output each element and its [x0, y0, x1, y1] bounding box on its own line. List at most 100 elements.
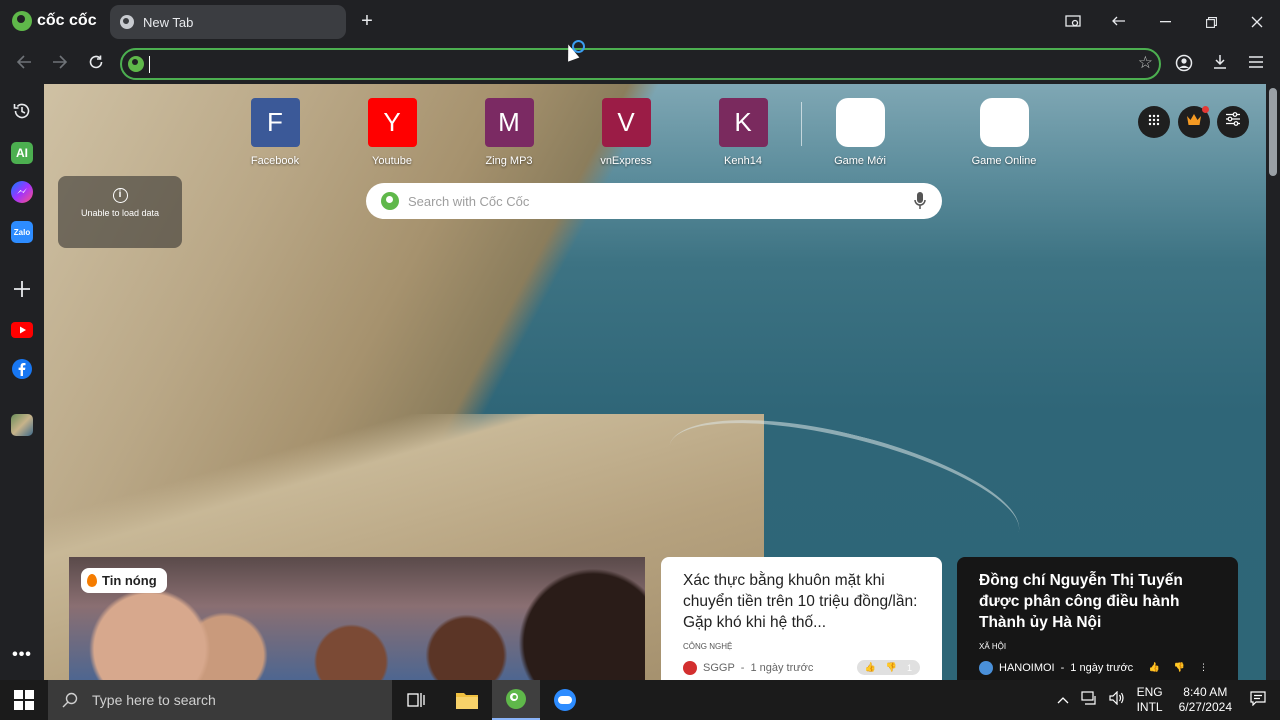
task-view-button[interactable]	[392, 680, 440, 720]
file-explorer-button[interactable]	[443, 680, 491, 720]
speed-dial-tile	[835, 98, 885, 147]
back-arrow-icon	[16, 55, 31, 69]
sidebar-app[interactable]	[11, 414, 33, 436]
speed-dial-tile: V	[601, 98, 651, 147]
zalo-icon: Zalo	[13, 227, 31, 237]
news-card-1[interactable]: Xác thực bằng khuôn mặt khi chuyển tiền …	[661, 557, 942, 680]
news-category: XÃ HỘI	[979, 642, 1007, 651]
more-icon: •••	[12, 646, 32, 663]
messenger-icon	[17, 188, 27, 194]
sggp-logo-icon	[683, 660, 697, 675]
page-scrollbar[interactable]	[1266, 84, 1280, 680]
speed-dial-label: Youtube	[372, 155, 412, 167]
speed-dial-zing-mp3[interactable]: M Zing MP3	[450, 98, 568, 167]
news-card-2[interactable]: Đồng chí Nguyễn Thị Tuyến được phân công…	[957, 557, 1238, 680]
back-window-button[interactable]	[1096, 0, 1142, 44]
close-icon	[1251, 16, 1263, 28]
speed-dial-game-moi[interactable]: Game Mới	[801, 98, 919, 167]
close-button[interactable]	[1234, 0, 1280, 44]
tab-new-tab[interactable]: New Tab	[110, 5, 346, 39]
menu-button[interactable]	[1245, 54, 1267, 76]
more-options-icon[interactable]: ⋮	[1199, 662, 1208, 673]
sidebar-facebook[interactable]	[11, 358, 33, 380]
sidebar-more[interactable]: •••	[11, 644, 33, 666]
new-tab-button[interactable]: +	[356, 10, 378, 32]
speed-dial-game-online[interactable]: Game Online	[945, 98, 1063, 167]
reload-button[interactable]	[84, 52, 108, 76]
zalo-taskbar-button[interactable]	[541, 680, 589, 720]
address-input[interactable]	[152, 54, 1112, 76]
hot-news-label: Tin nóng	[102, 573, 157, 588]
youtube-icon	[11, 322, 33, 338]
sidebar-youtube[interactable]	[11, 319, 33, 341]
news-source: HANOIMOI	[999, 661, 1055, 674]
toolbar: ☆	[0, 44, 1280, 84]
thumb-up-icon[interactable]: 👍	[1149, 662, 1160, 673]
bookmark-star-icon[interactable]: ☆	[1138, 53, 1153, 73]
taskbar-search[interactable]: Type here to search	[48, 680, 392, 720]
thumb-down-icon[interactable]: 👎	[886, 662, 897, 673]
microphone-icon[interactable]	[914, 191, 926, 211]
network-icon[interactable]	[1075, 691, 1103, 709]
coccoc-logo[interactable]: cốc cốc	[12, 11, 97, 31]
sidebar-messenger[interactable]	[11, 181, 33, 203]
news-source-row: SGGP - 1 ngày trước 👍 👎 1	[683, 660, 920, 675]
sidebar-add[interactable]	[11, 278, 33, 300]
clock-date: 6/27/2024	[1178, 700, 1232, 714]
site-info-icon[interactable]	[128, 56, 144, 72]
news-title: Xác thực bằng khuôn mặt khi chuyển tiền …	[683, 572, 918, 631]
premium-button[interactable]	[1178, 106, 1210, 138]
news-title: Đồng chí Nguyễn Thị Tuyến được phân công…	[979, 572, 1183, 631]
weather-widget[interactable]: i Unable to load data	[58, 176, 182, 248]
downloads-button[interactable]	[1209, 54, 1231, 76]
windows-start-icon[interactable]	[14, 690, 34, 710]
address-bar[interactable]: ☆	[120, 48, 1161, 80]
clock[interactable]: 8:40 AM 6/27/2024	[1169, 685, 1242, 715]
thumb-down-icon[interactable]: 👎	[1174, 662, 1185, 673]
search-input[interactable]	[408, 191, 888, 211]
speed-dial-tile: F	[250, 98, 300, 147]
back-button[interactable]	[12, 52, 36, 76]
speed-dial-tile: M	[484, 98, 534, 147]
speed-dial-tile: K	[718, 98, 768, 147]
speed-dial-label: Kenh14	[724, 155, 762, 167]
language-indicator[interactable]: ENG INTL	[1131, 685, 1169, 715]
profile-button[interactable]	[1173, 54, 1195, 76]
restore-button[interactable]	[1188, 0, 1234, 44]
speed-dial-facebook[interactable]: F Facebook	[216, 98, 334, 167]
new-tab-page: F Facebook Y Youtube M Zing MP3 V vnExpr…	[44, 84, 1266, 680]
news-reactions: 👍 👎 1	[856, 660, 920, 675]
speed-dial-youtube[interactable]: Y Youtube	[333, 98, 451, 167]
news-source: SGGP	[703, 661, 735, 674]
sidebar-history[interactable]	[11, 100, 33, 122]
news-source-row: HANOIMOI - 1 ngày trước 👍 👎 ⋮	[979, 660, 1216, 675]
search-icon	[62, 692, 78, 708]
speed-dial-tile: Y	[367, 98, 417, 147]
sidebar-zalo[interactable]: Zalo	[11, 221, 33, 243]
volume-icon[interactable]	[1103, 690, 1131, 709]
scrollbar-thumb[interactable]	[1269, 88, 1277, 176]
screenshot-button[interactable]	[1050, 0, 1096, 44]
restore-icon	[1205, 16, 1217, 28]
news-hot-card[interactable]: Tin nóng	[69, 557, 645, 680]
notification-dot	[1202, 106, 1209, 113]
speed-dial-vnexpress[interactable]: V vnExpress	[567, 98, 685, 167]
speed-dial-label: Game Online	[971, 155, 1037, 167]
customize-button[interactable]	[1217, 106, 1249, 138]
sidebar-ai-assistant[interactable]: AI	[11, 142, 33, 164]
search-box[interactable]	[366, 183, 942, 219]
thumb-up-icon[interactable]: 👍	[865, 662, 876, 673]
news-reactions: 👍 👎 ⋮	[1141, 660, 1216, 675]
notification-center-icon[interactable]	[1242, 690, 1280, 710]
language-top: ENG	[1136, 685, 1163, 699]
flame-icon	[87, 574, 97, 587]
coccoc-taskbar-button[interactable]	[492, 680, 540, 720]
hot-news-badge: Tin nóng	[81, 568, 167, 593]
minimize-button[interactable]	[1142, 0, 1188, 44]
hamburger-menu-icon	[1249, 56, 1263, 68]
forward-button[interactable]	[48, 52, 72, 76]
speed-dial-kenh14[interactable]: K Kenh14	[684, 98, 802, 167]
apps-button[interactable]	[1138, 106, 1170, 138]
tray-overflow-chevron-icon[interactable]	[1051, 693, 1075, 708]
weather-message: Unable to load data	[80, 208, 160, 218]
